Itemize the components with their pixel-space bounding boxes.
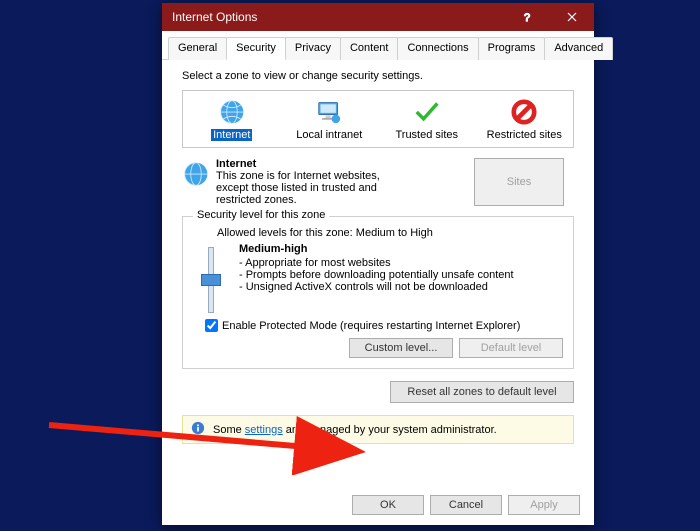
security-level-slider[interactable] (199, 243, 223, 313)
zone-description: This zone is for Internet websites, exce… (216, 170, 386, 206)
ok-button[interactable]: OK (352, 495, 424, 515)
window-title: Internet Options (172, 10, 257, 24)
zone-restricted-sites[interactable]: Restricted sites (486, 97, 562, 141)
tab-security[interactable]: Security (226, 37, 286, 60)
tab-content-area: Select a zone to view or change security… (162, 60, 594, 487)
apply-button[interactable]: Apply (508, 495, 580, 515)
zone-local-intranet[interactable]: Local intranet (291, 97, 367, 141)
level-bullet-1: - Appropriate for most websites (239, 257, 514, 269)
monitor-icon (314, 97, 344, 127)
default-level-button[interactable]: Default level (459, 338, 563, 358)
notice-text: Some settings are managed by your system… (213, 424, 497, 436)
protected-mode-checkbox[interactable] (205, 319, 218, 332)
zone-local-label: Local intranet (296, 129, 362, 141)
slider-thumb[interactable] (201, 274, 221, 286)
allowed-levels-text: Allowed levels for this zone: Medium to … (217, 227, 563, 239)
tab-privacy[interactable]: Privacy (285, 37, 341, 60)
tab-programs[interactable]: Programs (478, 37, 546, 60)
dialog-footer: OK Cancel Apply (162, 487, 594, 525)
level-bullet-2: - Prompts before downloading potentially… (239, 269, 514, 281)
close-button[interactable] (550, 3, 594, 31)
tab-content[interactable]: Content (340, 37, 399, 60)
zone-selector: Internet Local intranet Trusted sites Re… (182, 90, 574, 148)
checkmark-icon (412, 97, 442, 127)
zone-internet-label: Internet (211, 129, 252, 141)
tab-connections[interactable]: Connections (397, 37, 478, 60)
cancel-button[interactable]: Cancel (430, 495, 502, 515)
zone-title: Internet (216, 158, 386, 170)
zone-prompt: Select a zone to view or change security… (182, 70, 574, 82)
level-name: Medium-high (239, 243, 514, 255)
custom-level-button[interactable]: Custom level... (349, 338, 453, 358)
help-button[interactable]: ? (506, 3, 550, 31)
tab-strip: General Security Privacy Content Connect… (162, 31, 594, 60)
security-level-group: Security level for this zone Allowed lev… (182, 216, 574, 369)
zone-internet[interactable]: Internet (194, 97, 270, 141)
level-bullet-3: - Unsigned ActiveX controls will not be … (239, 281, 514, 293)
internet-options-dialog: Internet Options ? General Security Priv… (162, 3, 594, 525)
zone-trusted-label: Trusted sites (395, 129, 458, 141)
sites-button[interactable]: Sites (474, 158, 564, 206)
group-title: Security level for this zone (193, 209, 329, 221)
svg-text:?: ? (524, 12, 530, 22)
title-bar[interactable]: Internet Options ? (162, 3, 594, 31)
zone-description-row: Internet This zone is for Internet websi… (182, 158, 574, 206)
admin-notice: Some settings are managed by your system… (182, 415, 574, 444)
zone-restricted-label: Restricted sites (487, 129, 562, 141)
prohibited-icon (509, 97, 539, 127)
settings-link[interactable]: settings (245, 424, 283, 436)
zone-trusted-sites[interactable]: Trusted sites (389, 97, 465, 141)
tab-advanced[interactable]: Advanced (544, 37, 613, 60)
globe-icon (217, 97, 247, 127)
reset-all-zones-button[interactable]: Reset all zones to default level (390, 381, 574, 403)
tab-general[interactable]: General (168, 37, 227, 60)
globe-icon (182, 160, 208, 206)
info-icon (191, 421, 205, 438)
protected-mode-label: Enable Protected Mode (requires restarti… (222, 320, 520, 332)
